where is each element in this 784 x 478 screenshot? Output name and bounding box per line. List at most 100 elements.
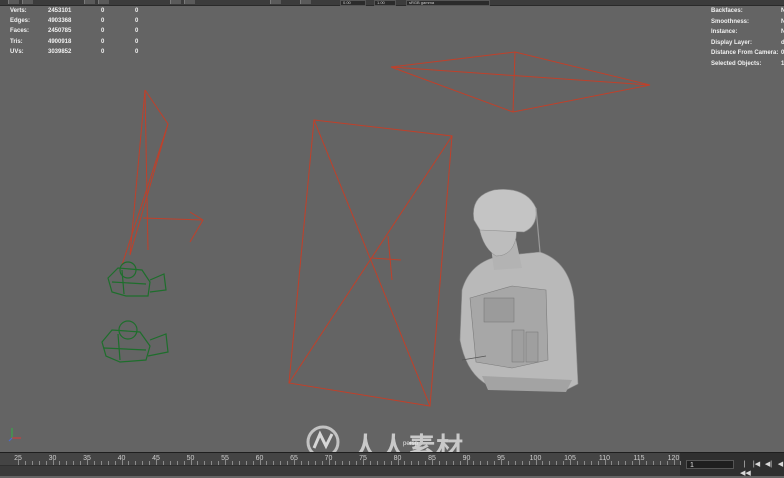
time-slider[interactable]: 2530354045505560657075808590951001051101… [0, 452, 784, 477]
go-to-start-button[interactable]: |◀◀ [740, 460, 751, 477]
timeline-tick [639, 459, 640, 465]
timeline-tick [390, 461, 392, 465]
camera-icon-lower [101, 320, 169, 363]
timeline-tick [294, 459, 295, 465]
hud-value: 0 [135, 18, 139, 25]
timeline-tick [218, 461, 220, 465]
hud-value: 0 [101, 38, 105, 45]
timeline-tick [445, 461, 447, 465]
step-back-button[interactable]: |◀ [752, 460, 761, 469]
hud-label: Distance From Camera: [711, 50, 779, 57]
timeline-tick [473, 461, 475, 465]
hud-row-tris: Tris: 4900918 0 0 [10, 37, 150, 47]
timeline-tick [156, 459, 157, 465]
timeline-tick [59, 461, 61, 465]
hud-row-backfaces: Backfaces: N [711, 6, 784, 17]
timeline-tick [197, 461, 199, 465]
timeline-tick [87, 459, 88, 465]
timeline-tick [287, 461, 289, 465]
timeline-tick [535, 459, 537, 465]
hud-value: 0 [135, 28, 139, 35]
timeline-tick [397, 459, 399, 465]
hud-label: Display Layer: [711, 39, 753, 46]
timeline-tick [162, 461, 164, 465]
play-back-button[interactable]: ◀ [776, 460, 784, 469]
timeline-tick [487, 461, 489, 465]
timeline-tick [659, 461, 661, 465]
timeline-tick [24, 461, 26, 465]
hud-row-selected-objects: Selected Objects: 1 [711, 59, 784, 70]
timeline-tick [521, 461, 523, 465]
axis-gizmo-icon [8, 428, 21, 442]
timeline-tick [204, 461, 206, 465]
timeline-tick [142, 461, 144, 465]
timeline-tick [128, 461, 130, 465]
timeline-tick [307, 461, 309, 465]
timeline-tick [80, 461, 82, 465]
timeline-tick [31, 461, 33, 465]
viewport-3d[interactable] [0, 0, 784, 452]
timeline-tick [349, 461, 351, 465]
timeline-tick [514, 461, 516, 465]
hud-value: 3039852 [48, 48, 72, 55]
hud-value: 0 [135, 8, 139, 14]
timeline-tick [425, 461, 427, 465]
step-back-key-button[interactable]: ◀| [764, 460, 773, 469]
timeline-tick [225, 459, 226, 465]
timeline-tick [411, 461, 413, 465]
poly-count-hud: Verts: 2453101 0 0 Edges: 4903368 0 0 Fa… [10, 6, 150, 57]
hud-label: Edges: [10, 18, 31, 25]
timeline-tick [576, 461, 578, 465]
hud-value: 0 [101, 28, 105, 35]
hud-label: Verts: [10, 8, 27, 14]
current-frame-field[interactable]: 1 [686, 460, 734, 469]
timeline-tick [149, 461, 151, 465]
timeline-tick [404, 461, 406, 465]
timeline-tick [328, 459, 330, 465]
camera-frustum-left [121, 89, 204, 266]
timeline-tick [673, 459, 675, 465]
camera-frustum-top-right [390, 51, 651, 113]
timeline-tick [273, 461, 275, 465]
timeline-tick [438, 461, 440, 465]
hud-value: 0 [135, 38, 139, 45]
hud-row-uvs: UVs: 3039852 0 0 [10, 47, 150, 57]
hud-row-display-layer: Display Layer: d [711, 38, 784, 49]
timeline-tick [542, 461, 544, 465]
timeline-tick [245, 461, 247, 465]
timeline-tick [645, 461, 647, 465]
timeline-tick [121, 459, 123, 465]
timeline-tick [66, 461, 68, 465]
hud-value: 0 [101, 8, 105, 14]
timeline-tick [432, 459, 433, 465]
hud-row-smoothness: Smoothness: N [711, 17, 784, 28]
timeline-tick [280, 461, 282, 465]
hud-label: Faces: [10, 28, 30, 35]
soldier-bust-model [459, 189, 579, 392]
timeline-tick [18, 459, 19, 465]
timeline-tick [501, 459, 502, 465]
camera-icon-upper [107, 261, 167, 297]
time-ruler[interactable]: 2530354045505560657075808590951001051101… [0, 453, 703, 465]
timeline-tick [356, 461, 358, 465]
hud-label: Tris: [10, 38, 23, 45]
timeline-tick [570, 459, 571, 465]
timeline-tick [342, 461, 344, 465]
hud-value: 2450785 [48, 28, 72, 35]
timeline-tick [314, 461, 316, 465]
hud-value: 0 [135, 48, 139, 55]
timeline-tick [680, 461, 682, 465]
timeline-tick [73, 461, 75, 465]
timeline-tick [418, 461, 420, 465]
timeline-tick [266, 461, 268, 465]
hud-value: 0 [101, 18, 105, 25]
timeline-tick [321, 461, 323, 465]
timeline-tick [590, 461, 592, 465]
hud-row-verts: Verts: 2453101 0 0 [10, 6, 150, 16]
timeline-tick [604, 459, 606, 465]
timeline-tick [466, 459, 468, 465]
camera-frustum-center [288, 119, 453, 407]
hud-row-distance: Distance From Camera: 0 [711, 48, 784, 59]
hud-label: Instance: [711, 29, 738, 36]
timeline-tick [383, 461, 385, 465]
